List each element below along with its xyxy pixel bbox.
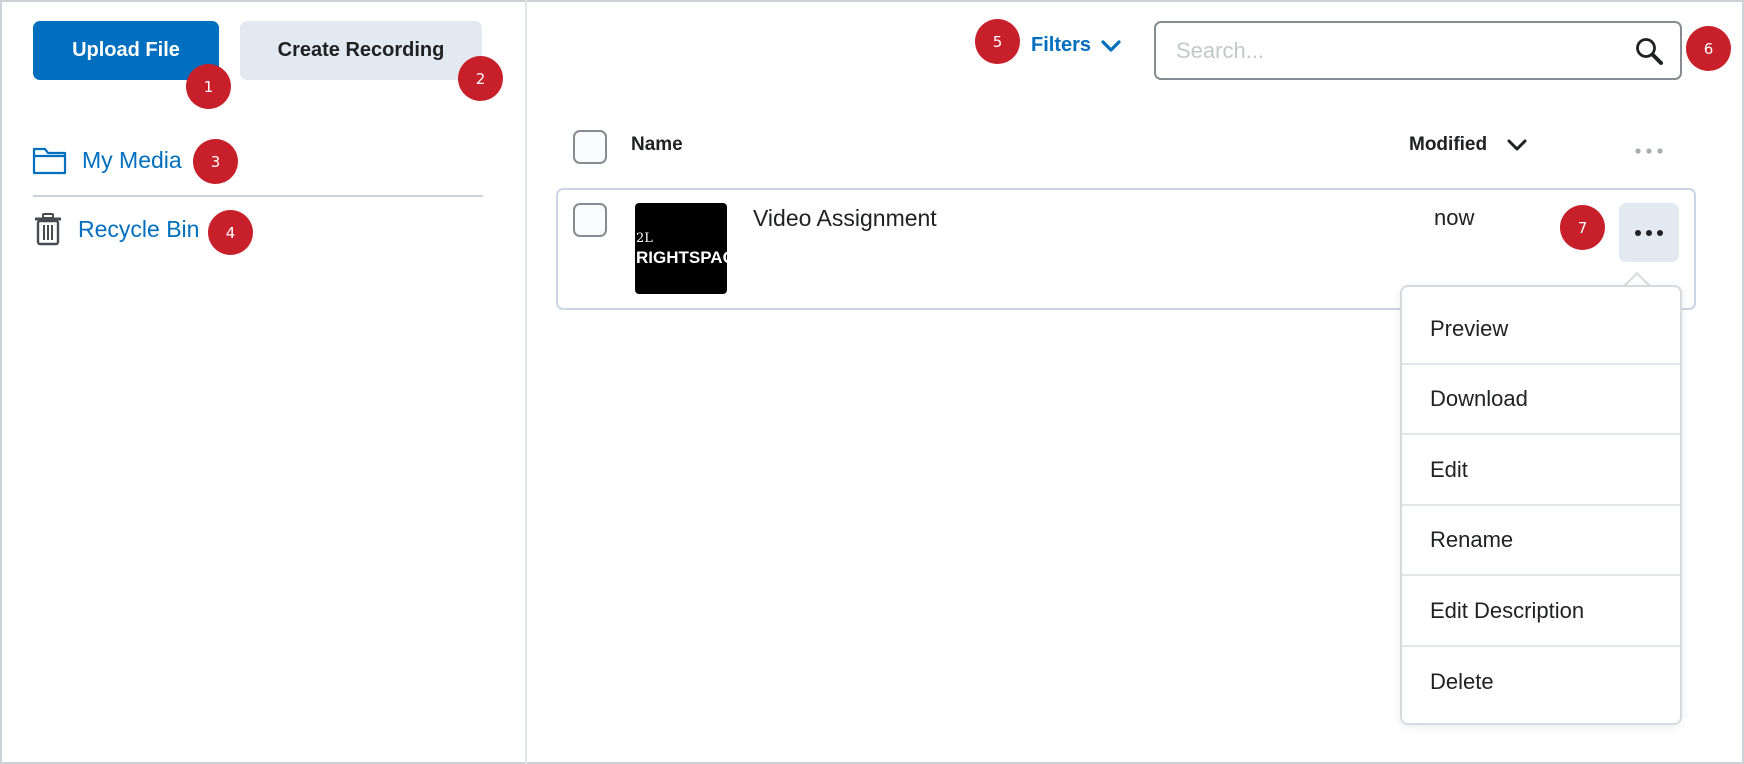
search-input[interactable] (1174, 33, 1614, 69)
chevron-down-icon (1507, 139, 1527, 151)
video-thumbnail[interactable]: 2L RIGHTSPAC (635, 203, 727, 294)
menu-item-preview[interactable]: Preview (1402, 295, 1680, 365)
sidebar-item-label: Recycle Bin (78, 215, 200, 242)
sidebar-divider (525, 0, 527, 764)
sidebar-item-label: My Media (82, 146, 182, 173)
chevron-down-icon (1101, 39, 1121, 52)
select-all-checkbox[interactable] (573, 130, 607, 164)
modified-column-header[interactable]: Modified (1409, 134, 1527, 156)
trash-icon (35, 213, 61, 246)
folder-icon (32, 147, 67, 175)
column-options-icon[interactable] (1634, 142, 1664, 160)
menu-item-edit-description[interactable]: Edit Description (1402, 577, 1680, 647)
thumbnail-logo-text: RIGHTSPAC (636, 248, 727, 267)
more-options-icon (1635, 229, 1663, 236)
callout-badge: 7 (1560, 205, 1605, 250)
callout-badge: 3 (193, 139, 238, 184)
callout-badge: 1 (186, 64, 231, 109)
callout-badge: 5 (975, 19, 1020, 64)
menu-item-rename[interactable]: Rename (1402, 506, 1680, 576)
name-column-header[interactable]: Name (631, 134, 683, 156)
callout-badge: 4 (208, 210, 253, 255)
filters-label: Filters (1031, 34, 1092, 56)
sidebar-item-recycle-bin[interactable]: Recycle Bin (32, 212, 199, 246)
menu-item-edit[interactable]: Edit (1402, 436, 1680, 506)
sidebar-separator (33, 195, 483, 197)
menu-item-download[interactable]: Download (1402, 365, 1680, 435)
row-title[interactable]: Video Assignment (753, 205, 937, 232)
row-actions-menu: Preview Download Edit Rename Edit Descri… (1400, 285, 1682, 725)
search-icon[interactable] (1634, 36, 1664, 71)
thumbnail-logo-mark: 2L (636, 231, 653, 246)
filters-dropdown[interactable]: Filters (1031, 34, 1121, 57)
callout-badge: 6 (1686, 26, 1731, 71)
row-modified: now (1434, 205, 1475, 230)
callout-badge: 2 (458, 56, 503, 101)
search-box (1154, 21, 1682, 80)
row-actions-button[interactable] (1619, 203, 1679, 262)
sidebar-item-my-media[interactable]: My Media (32, 145, 182, 175)
row-checkbox[interactable] (573, 203, 607, 237)
create-recording-button[interactable]: Create Recording (240, 21, 482, 80)
menu-item-delete[interactable]: Delete (1402, 647, 1680, 717)
modified-column-label: Modified (1409, 134, 1488, 155)
